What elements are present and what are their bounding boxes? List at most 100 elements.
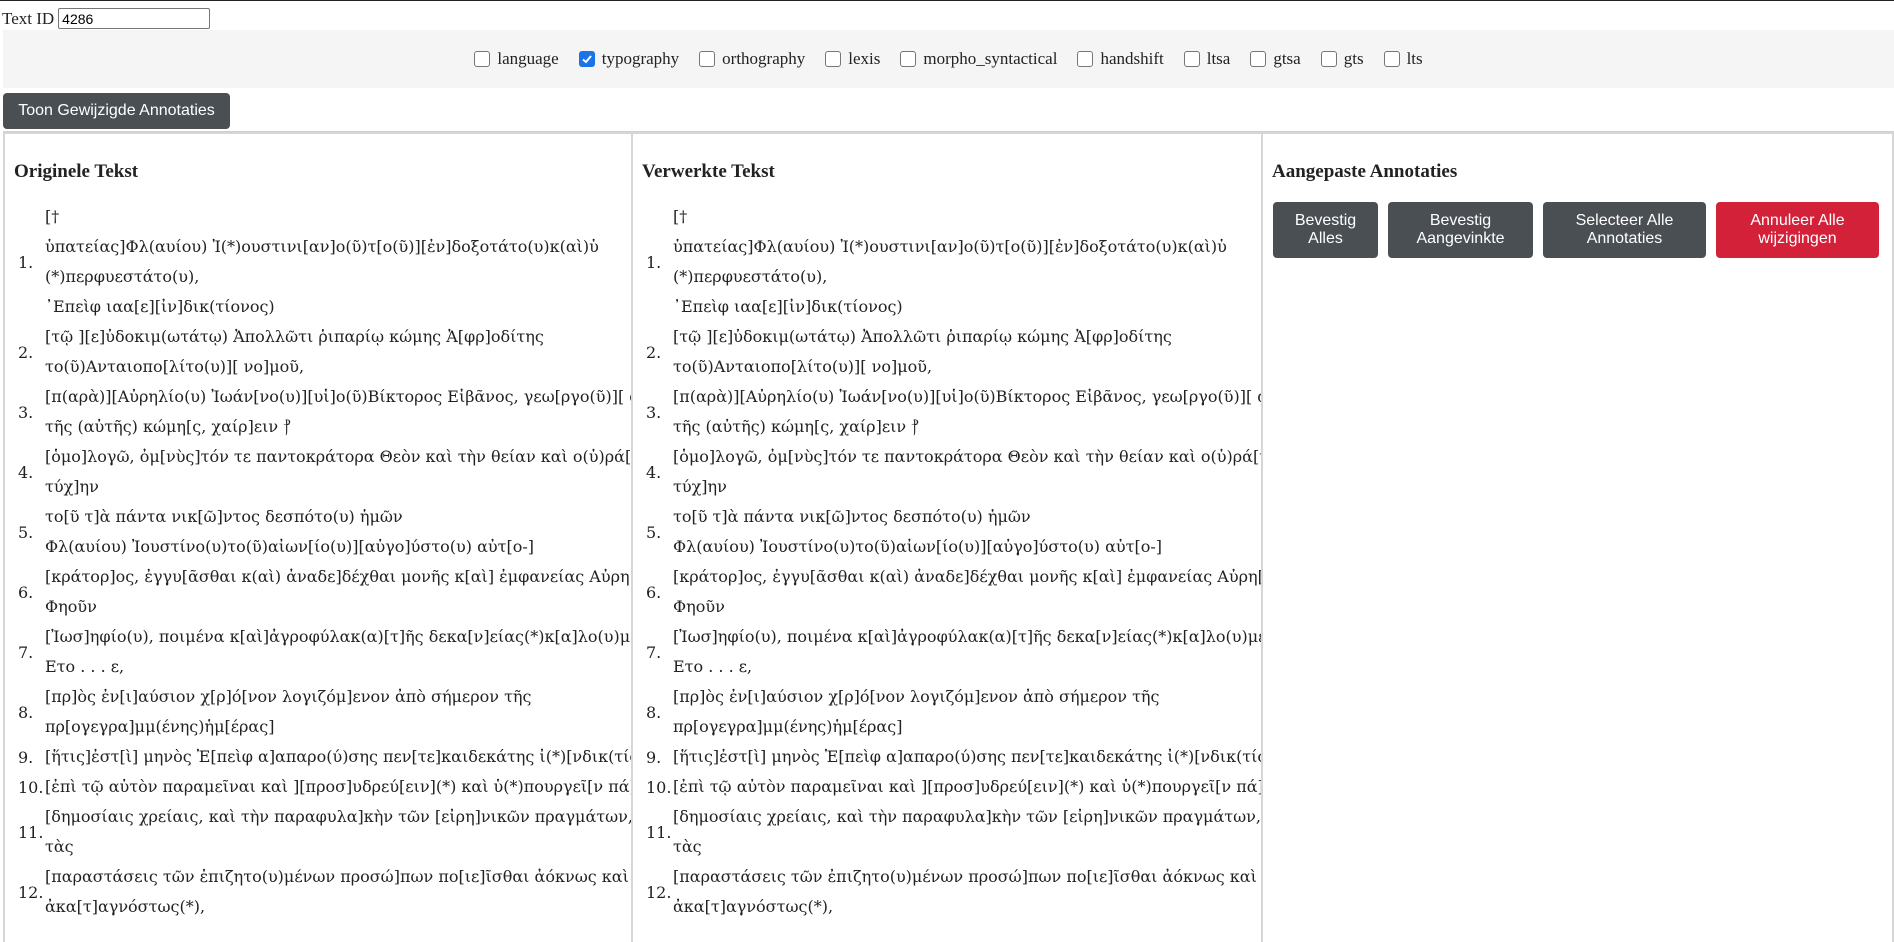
filter-checkbox[interactable]	[578, 51, 595, 67]
filter-lexis[interactable]: lexis	[825, 49, 880, 69]
line-number: 3.	[646, 402, 662, 422]
line-row[interactable]: [παραστάσεις τῶν ἐπιζητο(υ)μένων προσώ]π…	[673, 862, 1257, 892]
filter-gtsa[interactable]: gtsa	[1250, 49, 1301, 69]
line-row[interactable]: τῆς (αὐτῆς) κώμη[ς, χαίρ]ειν ⳨	[673, 412, 1261, 442]
line-row[interactable]: ὑπατείας]Φλ(αυίου) Ἰ(*)ουστινι[αν]ο(ῦ)τ[…	[45, 232, 601, 262]
filter-checkbox[interactable]	[1320, 51, 1337, 67]
line-row[interactable]: [πρ]ὸς ἐν[ι]αύσιον χ[ρ]ό[νον λογιζόμ]ενο…	[45, 682, 601, 712]
text-id-input[interactable]	[58, 8, 211, 29]
line-row[interactable]: [π(αρὰ)][Αὐρηλίο(υ) Ἰωάν[νο(υ)][υἱ]ο(ῦ)Β…	[45, 382, 631, 412]
line-number: 4.	[18, 462, 34, 482]
line-row[interactable]: [π(αρὰ)][Αὐρηλίο(υ) Ἰωάν[νο(υ)][υἱ]ο(ῦ)Β…	[673, 382, 1261, 412]
line-row[interactable]: (*)περφυεστάτο(υ),	[673, 262, 1231, 292]
line-text: ᾿Επεὶφ ιαα[ε][ἰν]δικ(τίονος)	[673, 292, 1261, 322]
line-row[interactable]: τύχ]ην	[45, 472, 631, 502]
line-row[interactable]: το(ῦ)Ανταιοπο[λίτο(υ)][ νο]μοῦ,	[45, 352, 601, 382]
line-row[interactable]: [δημοσίαις χρείαις, καὶ τὴν παραφυλα]κὴν…	[673, 802, 1261, 832]
line-row[interactable]: [τῷ ][ε]ὐδοκιμ(ωτάτῳ) Ἀπολλῶτι ῥιπαρίῳ κ…	[45, 322, 601, 352]
text-line: 10. [ἐπὶ τῷ αὐτὸν παραμεῖναι καὶ ][προσ]υ…	[633, 772, 1261, 802]
line-row[interactable]: Φηοῦν	[673, 592, 1261, 622]
text-id-field-group: Text ID	[2, 8, 211, 29]
filter-language[interactable]: language	[474, 49, 559, 69]
text-line: 5. το[ῦ τ]ὰ πάντα νικ[ῶ]ντος δεσπότο(υ) ἡ…	[5, 502, 631, 562]
text-line: 7. [Ἰωσ]ηφίο(υ), ποιμένα κ[αὶ]ἀγροφύλακ(α…	[633, 622, 1261, 682]
line-row[interactable]: τῆς (αὐτῆς) κώμη[ς, χαίρ]ειν ⳨	[45, 412, 631, 442]
filter-typography[interactable]: typography	[578, 49, 679, 69]
filter-checkbox[interactable]	[900, 51, 917, 67]
text-line: 12. [παραστάσεις τῶν ἐπιζητο(υ)μένων προσ…	[633, 862, 1261, 922]
line-row[interactable]: το[ῦ τ]ὰ πάντα νικ[ῶ]ντος δεσπότο(υ) ἡμῶ…	[673, 502, 1231, 532]
line-number: 4.	[646, 462, 662, 482]
text-line: 12. [παραστάσεις τῶν ἐπιζητο(υ)μένων προσ…	[5, 862, 631, 922]
filter-checkbox[interactable]	[1250, 51, 1267, 67]
line-number: 6.	[646, 582, 662, 602]
original-text-panel: Originele Tekst [† 1. ὑπατείας]Φλ(αυίου) …	[3, 132, 633, 942]
filter-checkbox[interactable]	[1183, 51, 1200, 67]
line-row[interactable]: ἀκα[τ]αγνόστως(*),	[45, 892, 629, 922]
line-number: 1.	[646, 252, 662, 272]
line-row[interactable]: [δημοσίαις χρείαις, καὶ τὴν παραφυλα]κὴν…	[45, 802, 631, 832]
filter-label: orthography	[722, 49, 806, 68]
line-text: ᾿Επεὶφ ιαα[ε][ἰν]δικ(τίονος)	[45, 292, 631, 322]
line-number: 9.	[18, 747, 34, 767]
filter-checkbox[interactable]	[825, 51, 842, 67]
show-changed-annotations-button[interactable]: Toon Gewijzigde Annotaties	[3, 93, 230, 129]
line-row[interactable]: [ἥτις]ἐστ[ὶ] μηνὸς Ἐ[πεὶφ α]απαρο(ύ)σης …	[45, 742, 631, 772]
confirm-checked-button[interactable]: Bevestig Aangevinkte	[1388, 202, 1533, 258]
line-row[interactable]: [†	[673, 202, 1231, 232]
line-row[interactable]: ᾿Επεὶφ ιαα[ε][ἰν]δικ(τίονος)	[673, 292, 1231, 322]
filter-morpho-syntactical[interactable]: morpho_syntactical	[900, 49, 1057, 69]
filter-checkbox[interactable]	[1383, 51, 1400, 67]
text-line: [†	[5, 202, 631, 232]
line-row[interactable]: πρ[ογεγρα]μμ(ένης)ἡμ[έρας]	[673, 712, 1231, 742]
line-row[interactable]: το(ῦ)Ανταιοπο[λίτο(υ)][ νο]μοῦ,	[673, 352, 1231, 382]
filter-lts[interactable]: lts	[1383, 49, 1423, 69]
line-row[interactable]: τὰς	[45, 832, 631, 862]
line-row[interactable]: [ἐπὶ τῷ αὐτὸν παραμεῖναι καὶ ][προσ]υδρε…	[673, 772, 1261, 802]
text-line: 1. ὑπατείας]Φλ(αυίου) Ἰ(*)ουστινι[αν]ο(ῦ)…	[633, 232, 1261, 292]
line-row[interactable]: πρ[ογεγρα]μμ(ένης)ἡμ[έρας]	[45, 712, 601, 742]
line-row[interactable]: τὰς	[673, 832, 1261, 862]
line-row[interactable]: τύχ]ην	[673, 472, 1261, 502]
filter-orthography[interactable]: orthography	[699, 49, 805, 69]
line-text: [†	[673, 202, 1261, 232]
line-row[interactable]: [†	[45, 202, 601, 232]
line-row[interactable]: [ὁμο]λογῶ, ὀμ[νὺς]τόν τε παντοκράτορα Θε…	[673, 442, 1261, 472]
filter-handshift[interactable]: handshift	[1077, 49, 1164, 69]
line-row[interactable]: [Ἰωσ]ηφίο(υ), ποιμένα κ[αὶ]ἀγροφύλακ(α)[…	[45, 622, 631, 652]
line-text: [παραστάσεις τῶν ἐπιζητο(υ)μένων προσώ]π…	[45, 862, 631, 922]
line-row[interactable]: [ἥτις]ἐστ[ὶ] μηνὸς Ἐ[πεὶφ α]απαρο(ύ)σης …	[673, 742, 1261, 772]
select-all-annotations-button[interactable]: Selecteer Alle Annotaties	[1543, 202, 1706, 258]
line-row[interactable]: ᾿Επεὶφ ιαα[ε][ἰν]δικ(τίονος)	[45, 292, 601, 322]
filter-checkbox[interactable]	[1077, 51, 1094, 67]
line-row[interactable]: [παραστάσεις τῶν ἐπιζητο(υ)μένων προσώ]π…	[45, 862, 629, 892]
line-row[interactable]: ἀκα[τ]αγνόστως(*),	[673, 892, 1257, 922]
line-row[interactable]: [πρ]ὸς ἐν[ι]αύσιον χ[ρ]ό[νον λογιζόμ]ενο…	[673, 682, 1231, 712]
line-row[interactable]: [Ἰωσ]ηφίο(υ), ποιμένα κ[αὶ]ἀγροφύλακ(α)[…	[673, 622, 1261, 652]
line-row[interactable]: (*)περφυεστάτο(υ),	[45, 262, 601, 292]
filter-checkbox[interactable]	[699, 51, 716, 67]
line-row[interactable]: Φλ(αυίου) Ἰουστίνο(υ)το(ῦ)αἰων[ίο(υ)][αὐ…	[673, 532, 1231, 562]
filter-ltsa[interactable]: ltsa	[1183, 49, 1230, 69]
line-number: 1.	[18, 252, 34, 272]
line-row[interactable]: [τῷ ][ε]ὐδοκιμ(ωτάτῳ) Ἀπολλῶτι ῥιπαρίῳ κ…	[673, 322, 1231, 352]
filter-checkbox[interactable]	[474, 51, 491, 67]
confirm-all-button[interactable]: Bevestig Alles	[1273, 202, 1378, 258]
line-number: 10.	[18, 777, 44, 797]
text-line: 4. [ὁμο]λογῶ, ὀμ[νὺς]τόν τε παντοκράτορα …	[633, 442, 1261, 502]
line-row[interactable]: Ετο . . . ε,	[45, 652, 631, 682]
line-row[interactable]: ὑπατείας]Φλ(αυίου) Ἰ(*)ουστινι[αν]ο(ῦ)τ[…	[673, 232, 1231, 262]
line-row[interactable]: [κράτορ]ος, ἐγγυ[ᾶσθαι κ(αὶ) ἀναδε]δέχθα…	[673, 562, 1261, 592]
line-row[interactable]: [κράτορ]ος, ἐγγυ[ᾶσθαι κ(αὶ) ἀναδε]δέχθα…	[45, 562, 631, 592]
line-number: 2.	[18, 342, 34, 362]
line-number: 6.	[18, 582, 34, 602]
line-row[interactable]: Φηοῦν	[45, 592, 631, 622]
filter-gts[interactable]: gts	[1320, 49, 1364, 69]
line-row[interactable]: [ὁμο]λογῶ, ὀμ[νὺς]τόν τε παντοκράτορα Θε…	[45, 442, 631, 472]
line-row[interactable]: Φλ(αυίου) Ἰουστίνο(υ)το(ῦ)αἰων[ίο(υ)][αὐ…	[45, 532, 601, 562]
line-row[interactable]: Ετο . . . ε,	[673, 652, 1261, 682]
cancel-all-changes-button[interactable]: Annuleer Alle wijzigingen	[1716, 202, 1879, 258]
line-row[interactable]: [ἐπὶ τῷ αὐτὸν παραμεῖναι καὶ ][προσ]υδρε…	[45, 772, 631, 802]
text-line: 4. [ὁμο]λογῶ, ὀμ[νὺς]τόν τε παντοκράτορα …	[5, 442, 631, 502]
line-row[interactable]: το[ῦ τ]ὰ πάντα νικ[ῶ]ντος δεσπότο(υ) ἡμῶ…	[45, 502, 601, 532]
